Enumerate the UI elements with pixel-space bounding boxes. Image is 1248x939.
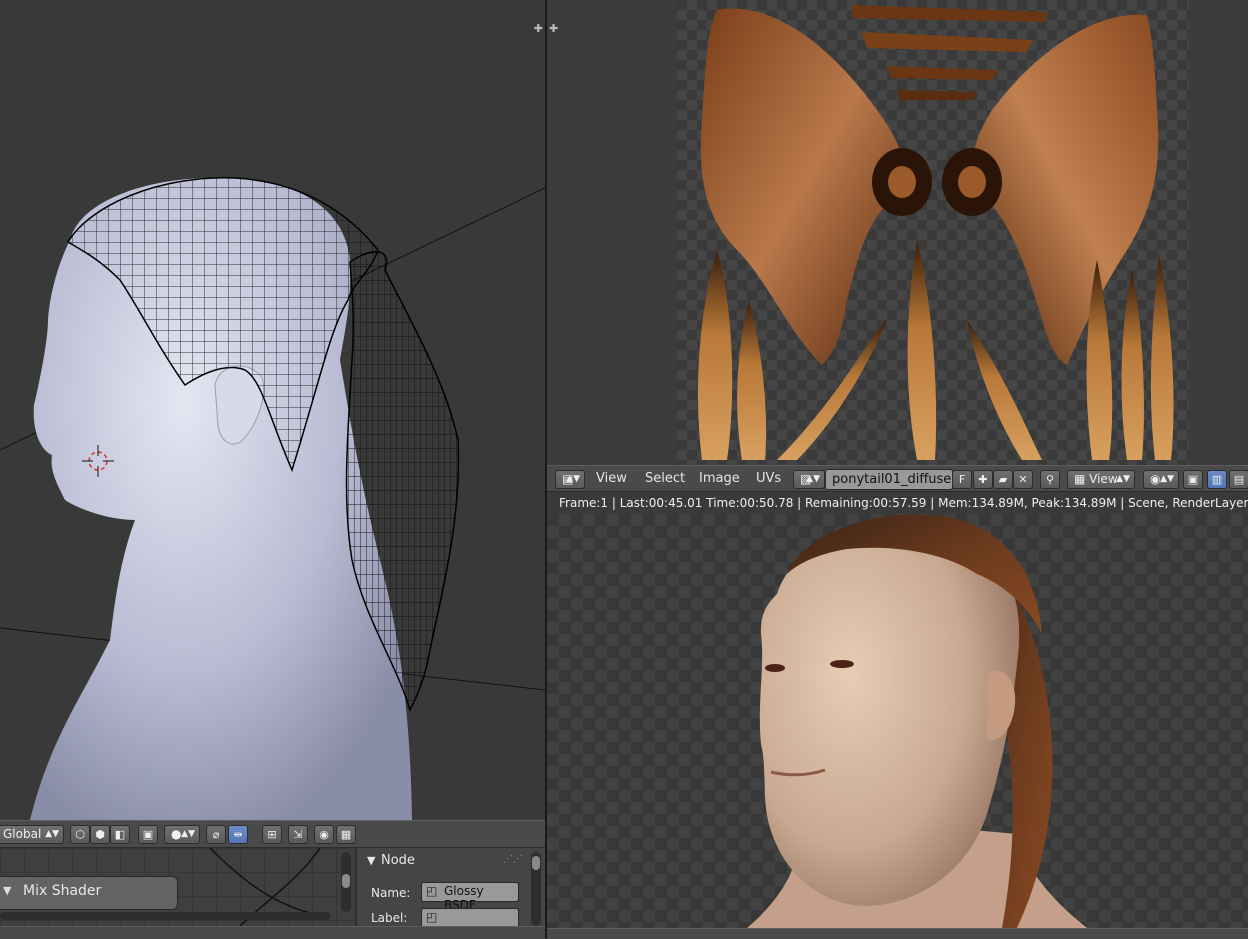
render-icon[interactable]: ◉ (314, 825, 334, 844)
camera-icon[interactable]: ▦ (336, 825, 356, 844)
bottom-header-strip-right (547, 928, 1248, 939)
render-eye (765, 664, 785, 672)
render-canvas (747, 514, 1087, 928)
hair-strip (887, 66, 997, 80)
name-field[interactable]: ◰ Glossy BSDF (421, 882, 519, 912)
menu-image[interactable]: Image (699, 471, 740, 486)
label-field[interactable]: ◰ (421, 908, 519, 926)
hair-strand (697, 250, 733, 460)
close-icon[interactable]: ✕ (1013, 470, 1033, 489)
pivot-dropdown[interactable]: ● ▲▼ (164, 825, 200, 844)
vertex-select-icon[interactable]: ⬡ (70, 825, 90, 844)
uv-editor-header: ▤ ▲▼ View Select Image UVs ▨ ▲▼ ponytail01… (547, 465, 1248, 492)
label-icon: ◰ (426, 910, 438, 924)
panel-title[interactable]: Node (381, 853, 415, 868)
occlude-geometry-icon[interactable]: ▣ (138, 825, 158, 844)
hair-texture-canvas (697, 5, 1174, 460)
snap-icon[interactable]: ⌀ (206, 825, 226, 844)
draw-channels-icon: ▦ (1074, 472, 1090, 486)
node-properties-panel: ▼ Node ⋰⋰ Name: ◰ Glossy BSDF Label: ◰ (357, 848, 545, 926)
node-editor[interactable]: ▼ Mix Shader (0, 848, 355, 926)
orientation-dropdown[interactable]: Global ▲▼ (0, 825, 64, 844)
node-type-icon: ◰ (426, 884, 438, 898)
name-label: Name: (371, 886, 411, 900)
edge-select-icon[interactable]: ⬢ (90, 825, 110, 844)
menu-select[interactable]: Select (645, 471, 685, 486)
snap-target-icon[interactable]: ⊞ (262, 825, 282, 844)
node-title: Mix Shader (23, 883, 102, 899)
menu-uvs[interactable]: UVs (756, 471, 781, 486)
pin-icon[interactable]: ⚲ (1040, 470, 1060, 489)
face-select-icon[interactable]: ◧ (110, 825, 130, 844)
panel-collapse-icon[interactable]: ▼ (367, 854, 375, 867)
hair-strand (1150, 255, 1174, 460)
scrollbar-thumb[interactable] (342, 874, 350, 888)
3d-viewport[interactable]: ✚ (0, 0, 545, 820)
hair-strand (737, 300, 767, 460)
scrollbar-thumb[interactable] (532, 856, 540, 870)
node-scrollbar[interactable] (341, 852, 351, 912)
hair-strip (862, 32, 1032, 52)
area-split-corner-icon[interactable]: ✚ (534, 22, 543, 35)
bottom-header-strip (0, 926, 545, 939)
label-label: Label: (371, 911, 408, 925)
hair-strand (967, 320, 1042, 460)
uv-image-editor[interactable]: ✚ (547, 0, 1248, 465)
viewport-header: Global ▲▼ ⬡ ⬢ ◧ ▣ ● ▲▼ ⌀ ⇹ ⊞ ⇲ ◉ ▦ (0, 820, 545, 848)
uv-extra-icon[interactable]: ▤ (1229, 470, 1248, 489)
hair-strip (852, 5, 1047, 22)
image-browse-dropdown[interactable]: ▨ ▲▼ (793, 470, 825, 489)
manipulator-icon[interactable]: ⇲ (288, 825, 308, 844)
sampling-dropdown[interactable]: ◉ ▲▼ (1143, 470, 1179, 489)
hair-strand (907, 240, 937, 460)
fake-user-button[interactable]: F (952, 470, 972, 489)
menu-view[interactable]: View (596, 471, 627, 486)
node-collapse-icon[interactable]: ▼ (3, 884, 11, 897)
render-eye (830, 660, 854, 668)
mix-shader-node[interactable]: ▼ Mix Shader (0, 876, 178, 910)
chevron-updown-icon: ▲▼ (45, 829, 59, 839)
hair-strip (897, 90, 977, 100)
uv-sync-icon[interactable]: ▥ (1207, 470, 1227, 489)
image-name-field[interactable]: ponytail01_diffuse... (825, 469, 953, 490)
add-image-icon[interactable]: ✚ (973, 470, 993, 489)
render-slot-icon[interactable]: ▣ (1183, 470, 1203, 489)
sampling-icon: ◉ (1150, 472, 1161, 486)
viewport-canvas (0, 177, 545, 820)
panel-grip-icon[interactable]: ⋰⋰ (503, 854, 523, 865)
panel-scrollbar[interactable] (531, 852, 541, 926)
view-mode-dropdown[interactable]: ▦ View ▲▼ (1067, 470, 1135, 489)
open-image-icon[interactable]: ▰ (993, 470, 1013, 489)
render-info-bar: Frame:1 | Last:00:45.01 Time:00:50.78 | … (547, 492, 1248, 514)
render-image-view[interactable] (547, 514, 1248, 928)
hair-texture-image (677, 0, 1189, 465)
editor-type-dropdown[interactable]: ▤ ▲▼ (555, 470, 585, 489)
hair-strand (1121, 270, 1144, 460)
pivot-icon: ● (171, 827, 182, 841)
node-hscrollbar[interactable] (0, 912, 330, 920)
area-split-corner-icon[interactable]: ✚ (549, 22, 558, 35)
proportional-icon[interactable]: ⇹ (228, 825, 248, 844)
